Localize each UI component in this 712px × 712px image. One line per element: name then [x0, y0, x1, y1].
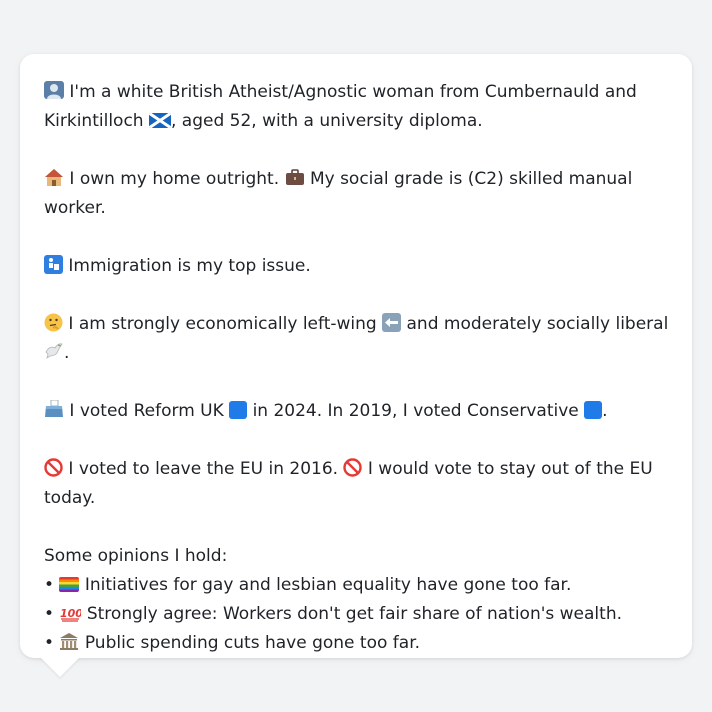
opinions-heading: Some opinions I hold:: [44, 546, 228, 566]
home-text-a: I own my home outright.: [69, 169, 280, 189]
ideology-paragraph: I am strongly economically left-wing and…: [44, 310, 672, 368]
issue-text: Immigration is my top issue.: [68, 256, 311, 276]
opinion-item: • Initiatives for gay and lesbian equali…: [44, 571, 672, 600]
opinion-item: • Public spending cuts have gone too far…: [44, 629, 672, 658]
ballot-box-icon: [45, 399, 63, 417]
eu-text-a: I voted to leave the EU in 2016.: [68, 459, 339, 479]
thinking-face-icon: [44, 313, 63, 332]
classical-building-icon: [60, 633, 79, 650]
ideology-text-a: I am strongly economically left-wing: [68, 314, 377, 334]
passport-control-icon: [44, 255, 63, 274]
scotland-flag-icon: [148, 113, 171, 128]
no-entry-icon: [44, 458, 63, 477]
opinion-text: Strongly agree: Workers don't get fair s…: [86, 604, 622, 624]
vote-paragraph: I voted Reform UK in 2024. In 2019, I vo…: [44, 397, 672, 426]
opinion-text: Public spending cuts have gone too far.: [84, 633, 421, 653]
house-icon: [45, 169, 63, 186]
ideology-text-b: and moderately socially liberal: [406, 314, 669, 334]
svg-text:100: 100: [60, 607, 81, 620]
intro-paragraph: I'm a white British Atheist/Agnostic wom…: [44, 78, 672, 136]
vote-text-c: .: [602, 401, 608, 421]
rainbow-flag-icon: [59, 577, 80, 592]
hundred-points-icon: 100: [60, 607, 84, 622]
opinion-text: Initiatives for gay and lesbian equality…: [84, 575, 572, 595]
vote-text-a: I voted Reform UK: [69, 401, 224, 421]
issue-paragraph: Immigration is my top issue.: [44, 252, 672, 281]
opinions-section: Some opinions I hold: • Initiatives for …: [44, 542, 672, 658]
intro-text-b: , aged 52, with a university diploma.: [170, 111, 483, 131]
vote-text-b: in 2024. In 2019, I voted Conservative: [252, 401, 579, 421]
home-paragraph: I own my home outright. My social grade …: [44, 165, 672, 223]
bullet-point: •: [44, 604, 55, 624]
chat-message-bubble: I'm a white British Atheist/Agnostic wom…: [20, 54, 692, 658]
chat-stage: I'm a white British Atheist/Agnostic wom…: [0, 0, 712, 712]
bubble-tail: [40, 657, 80, 677]
dove-icon: [45, 343, 63, 359]
ideology-text-c: .: [64, 343, 70, 363]
person-silhouette-icon: [44, 81, 64, 99]
bullet-point: •: [44, 575, 55, 595]
conservative-color-swatch: [584, 401, 603, 419]
bullet-point: •: [44, 633, 55, 653]
briefcase-icon: [285, 169, 304, 185]
no-entry-icon: [343, 458, 363, 477]
left-arrow-icon: [382, 313, 402, 332]
reform-uk-color-swatch: [229, 401, 248, 419]
opinion-item: • 100 Strongly agree: Workers don't get …: [44, 600, 672, 629]
eu-paragraph: I voted to leave the EU in 2016. I would…: [44, 455, 672, 513]
